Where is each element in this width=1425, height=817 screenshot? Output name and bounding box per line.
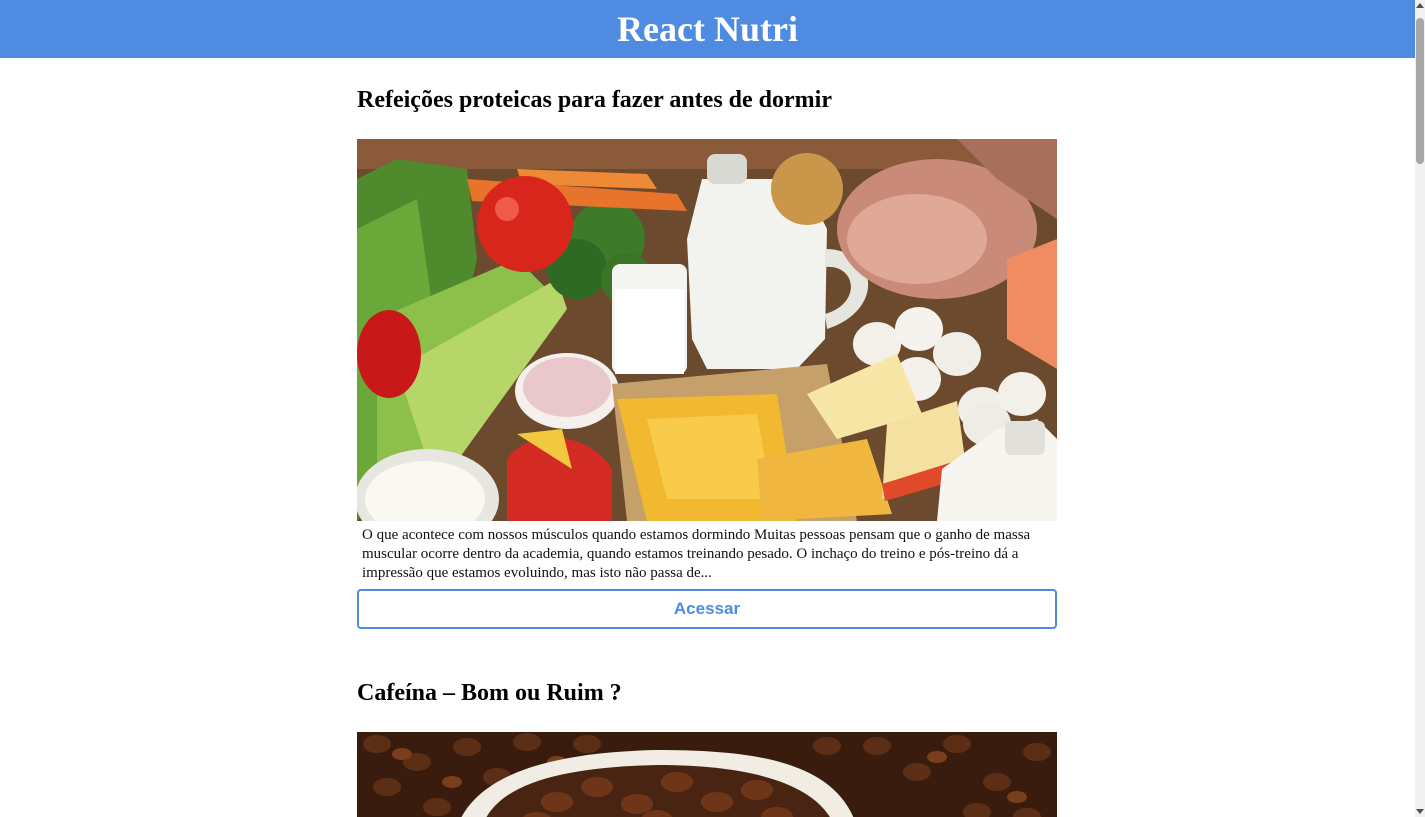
- scrollbar-thumb[interactable]: [1416, 18, 1424, 164]
- app-title: React Nutri: [617, 9, 798, 49]
- post-title: Cafeína – Bom ou Ruim ?: [357, 680, 622, 706]
- page: React Nutri Refeições proteicas para faz…: [0, 0, 1425, 817]
- post-list: Refeições proteicas para fazer antes de …: [357, 58, 1057, 817]
- post-image: [357, 139, 1057, 521]
- post-card: Refeições proteicas para fazer antes de …: [357, 58, 1057, 629]
- post-image: [357, 732, 1057, 817]
- scroll-down-arrow-icon[interactable]: [1416, 809, 1424, 814]
- post-card: Cafeína – Bom ou Ruim ?: [357, 651, 1057, 817]
- post-excerpt: O que acontece com nossos músculos quand…: [362, 527, 1031, 581]
- scrollbar[interactable]: [1415, 0, 1425, 817]
- app-header: React Nutri: [0, 0, 1415, 58]
- scroll-up-arrow-icon[interactable]: [1416, 3, 1424, 8]
- access-button[interactable]: Acessar: [357, 589, 1057, 629]
- post-title: Refeições proteicas para fazer antes de …: [357, 87, 832, 113]
